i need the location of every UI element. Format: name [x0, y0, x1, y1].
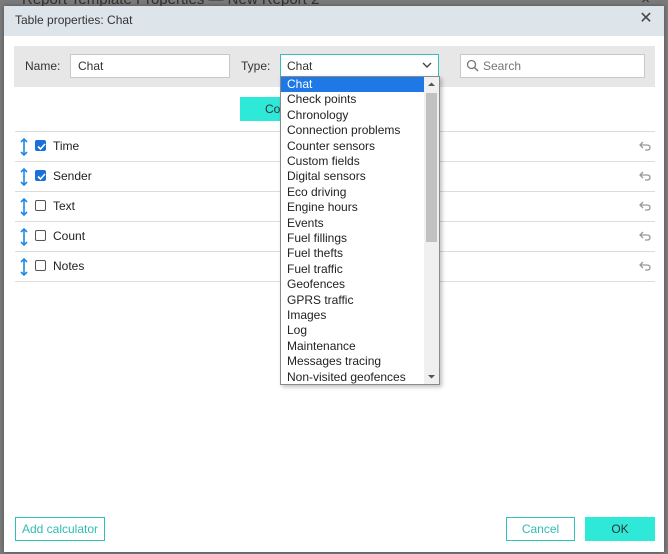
column-label: Text	[53, 199, 76, 213]
type-option[interactable]: Engine hours	[281, 200, 424, 215]
type-option[interactable]: Check points	[281, 92, 424, 107]
add-calculator-button[interactable]: Add calculator	[15, 517, 105, 541]
type-option[interactable]: Images	[281, 308, 424, 323]
column-checkbox[interactable]	[35, 200, 46, 211]
close-icon[interactable]: ✕	[638, 11, 654, 27]
type-option[interactable]: Counter sensors	[281, 139, 424, 154]
type-select[interactable]: Chat	[280, 54, 439, 78]
type-option[interactable]: Non-visited geofences	[281, 370, 424, 384]
type-option[interactable]: Digital sensors	[281, 169, 424, 184]
type-option[interactable]: Geofences	[281, 277, 424, 292]
type-option[interactable]: GPRS traffic	[281, 293, 424, 308]
scroll-up-icon[interactable]	[424, 77, 439, 92]
column-checkbox[interactable]	[35, 170, 46, 181]
type-option[interactable]: Maintenance	[281, 339, 424, 354]
type-option[interactable]: Chronology	[281, 108, 424, 123]
dialog-titlebar: Table properties: Chat ✕	[4, 6, 664, 36]
type-option[interactable]: Log	[281, 323, 424, 338]
scrollbar-thumb[interactable]	[426, 93, 437, 242]
scroll-down-icon[interactable]	[424, 369, 439, 384]
dialog-title: Table properties: Chat	[15, 13, 133, 27]
type-option[interactable]: Fuel thefts	[281, 246, 424, 261]
dropdown-scrollbar[interactable]	[424, 77, 439, 384]
reset-icon[interactable]	[639, 170, 651, 184]
column-label: Count	[53, 229, 86, 243]
type-option[interactable]: Chat	[281, 77, 424, 92]
ok-button[interactable]: OK	[585, 517, 655, 541]
type-label: Type:	[241, 59, 271, 73]
search-icon	[466, 59, 479, 75]
drag-handle-icon[interactable]	[19, 167, 29, 187]
name-label: Name:	[25, 59, 61, 73]
cancel-button[interactable]: Cancel	[506, 517, 575, 541]
search-field[interactable]	[460, 54, 645, 78]
column-label: Sender	[53, 169, 92, 183]
column-label: Time	[53, 139, 80, 153]
type-dropdown-list[interactable]: Chat Check points Chronology Connection pro…	[280, 76, 440, 385]
type-option[interactable]: Messages tracing	[281, 354, 424, 369]
drag-handle-icon[interactable]	[19, 197, 29, 217]
type-option[interactable]: Eco driving	[281, 185, 424, 200]
type-select-value: Chat	[287, 59, 313, 73]
drag-handle-icon[interactable]	[19, 137, 29, 157]
column-checkbox[interactable]	[35, 230, 46, 241]
drag-handle-icon[interactable]	[19, 257, 29, 277]
reset-icon[interactable]	[639, 140, 651, 154]
table-properties-dialog: Table properties: Chat ✕ Name: Type: Cha…	[4, 6, 664, 552]
reset-icon[interactable]	[639, 260, 651, 274]
type-option[interactable]: Connection problems	[281, 123, 424, 138]
drag-handle-icon[interactable]	[19, 227, 29, 247]
column-checkbox[interactable]	[35, 260, 46, 271]
column-checkbox[interactable]	[35, 140, 46, 151]
type-option[interactable]: Fuel fillings	[281, 231, 424, 246]
reset-icon[interactable]	[639, 200, 651, 214]
reset-icon[interactable]	[639, 230, 651, 244]
column-label: Notes	[53, 259, 85, 273]
type-option[interactable]: Custom fields	[281, 154, 424, 169]
search-input[interactable]	[481, 58, 645, 74]
type-option[interactable]: Events	[281, 216, 424, 231]
type-option[interactable]: Fuel traffic	[281, 262, 424, 277]
name-input[interactable]	[70, 54, 230, 78]
chevron-down-icon	[422, 58, 432, 75]
